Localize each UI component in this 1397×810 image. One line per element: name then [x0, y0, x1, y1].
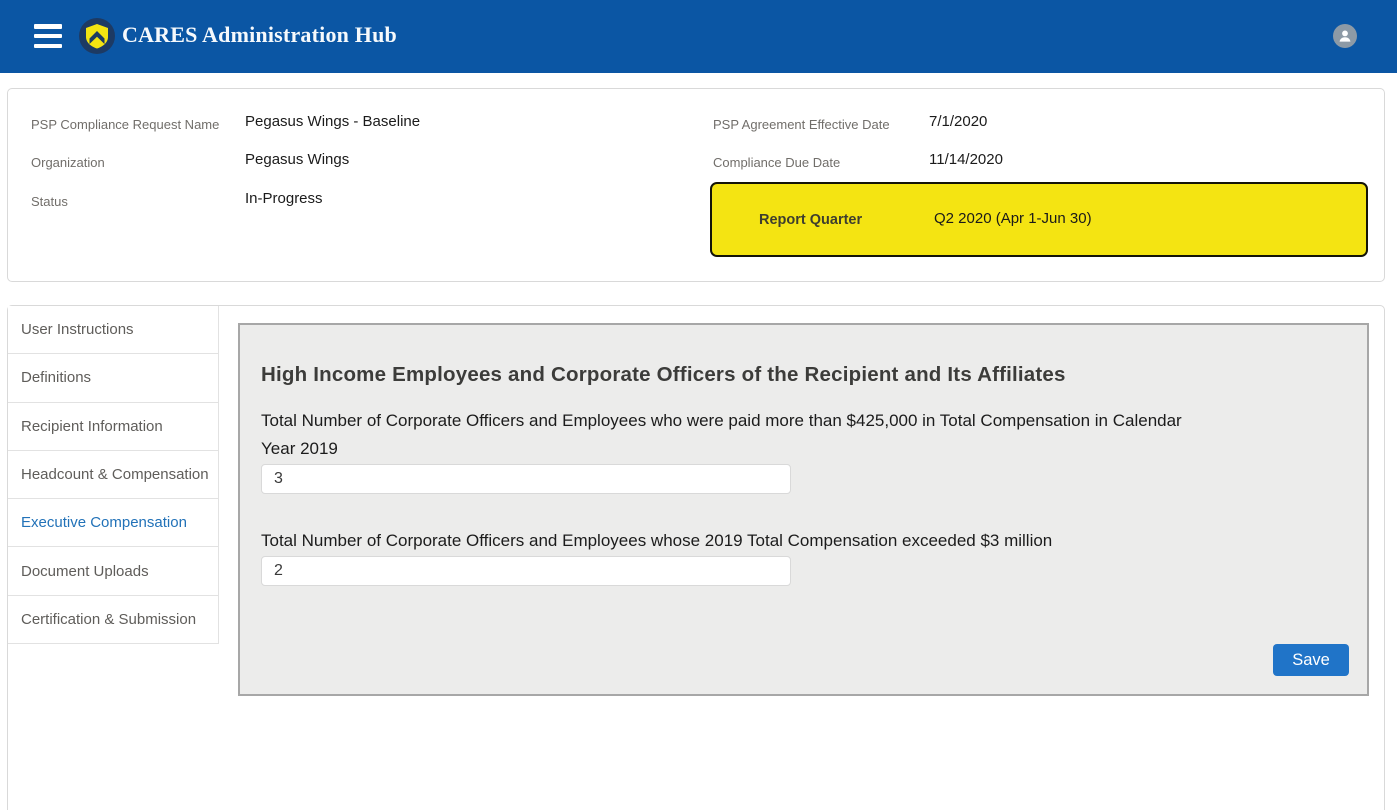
question-1-input[interactable] [261, 464, 791, 494]
sidebar-item-certification-submission[interactable]: Certification & Submission [8, 596, 219, 644]
report-quarter-value: Q2 2020 (Apr 1-Jun 30) [934, 210, 1092, 227]
page: CARES Administration Hub PSP Compliance … [0, 0, 1397, 810]
executive-compensation-panel: High Income Employees and Corporate Offi… [238, 323, 1369, 696]
field-value: 7/1/2020 [929, 113, 987, 130]
shield-logo-icon [79, 18, 115, 54]
sidebar-item-recipient-information[interactable]: Recipient Information [8, 403, 219, 451]
field-value: In-Progress [245, 190, 323, 207]
user-avatar-icon[interactable] [1333, 24, 1357, 48]
sidebar-item-headcount-compensation[interactable]: Headcount & Compensation [8, 451, 219, 499]
field-value: Pegasus Wings [245, 151, 349, 168]
field-label: Compliance Due Date [713, 155, 840, 170]
save-button[interactable]: Save [1273, 644, 1349, 676]
question-1-label: Total Number of Corporate Officers and E… [261, 407, 1206, 463]
sidebar-item-user-instructions[interactable]: User Instructions [8, 306, 219, 354]
form-section-card: User Instructions Definitions Recipient … [7, 305, 1385, 810]
sidebar-item-definitions[interactable]: Definitions [8, 354, 219, 402]
field-label: PSP Agreement Effective Date [713, 117, 890, 132]
report-quarter-label: Report Quarter [759, 212, 862, 228]
field-value: Pegasus Wings - Baseline [245, 113, 420, 130]
field-label: PSP Compliance Request Name [31, 117, 219, 132]
panel-heading: High Income Employees and Corporate Offi… [261, 363, 1066, 387]
app-title: CARES Administration Hub [122, 22, 397, 48]
hamburger-menu-icon[interactable] [34, 24, 62, 48]
sidebar-item-executive-compensation[interactable]: Executive Compensation [8, 499, 219, 547]
field-value: 11/14/2020 [929, 151, 1003, 168]
question-2-input[interactable] [261, 556, 791, 586]
compliance-info-card: PSP Compliance Request Name Pegasus Wing… [7, 88, 1385, 282]
sidebar-item-document-uploads[interactable]: Document Uploads [8, 547, 219, 595]
question-2-label: Total Number of Corporate Officers and E… [261, 527, 1052, 555]
top-navbar: CARES Administration Hub [0, 0, 1397, 73]
section-sidebar: User Instructions Definitions Recipient … [8, 306, 219, 644]
field-label: Organization [31, 155, 105, 170]
report-quarter-highlight: Report Quarter Q2 2020 (Apr 1-Jun 30) [710, 182, 1368, 257]
field-label: Status [31, 194, 68, 209]
